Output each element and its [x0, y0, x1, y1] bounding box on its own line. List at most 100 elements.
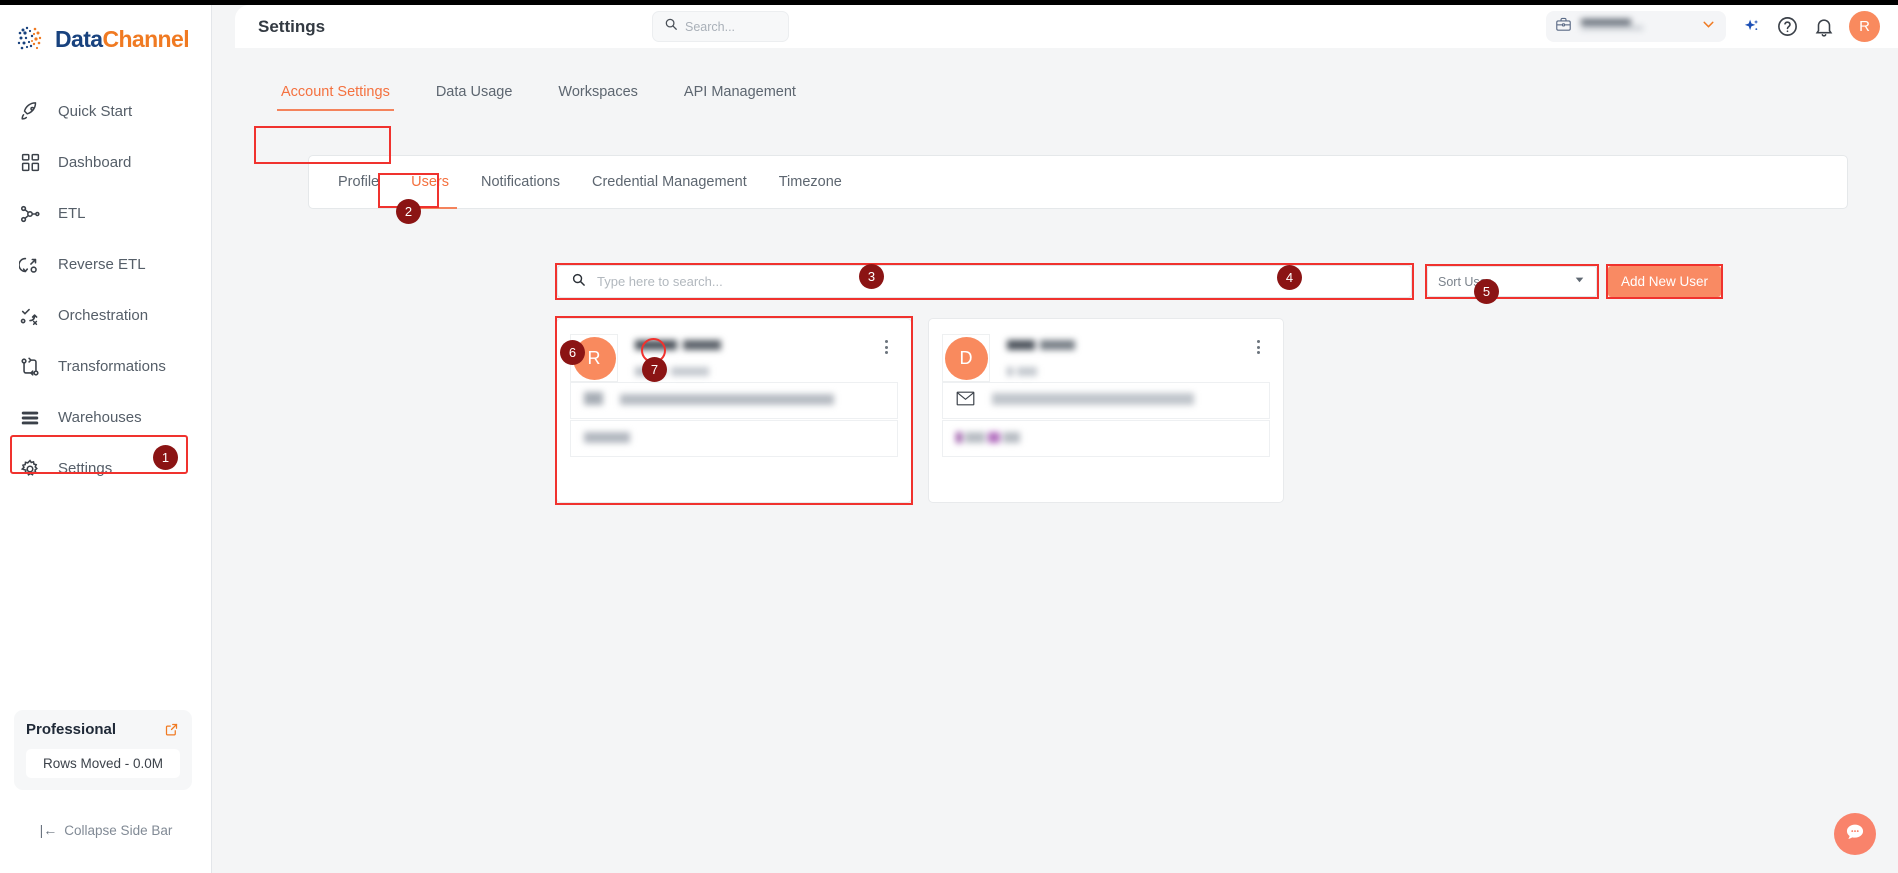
user-card-list: R D [556, 318, 1284, 503]
workspace-selector[interactable] [1546, 11, 1726, 42]
subtab-notifications[interactable]: Notifications [465, 156, 576, 208]
user-search-input[interactable]: Type here to search... [557, 265, 1412, 298]
tab-label: Data Usage [435, 84, 513, 100]
chat-widget-button[interactable] [1834, 813, 1876, 855]
gear-icon [18, 457, 42, 481]
envelope-icon [956, 391, 975, 411]
user-card-2-kebab[interactable] [1249, 338, 1267, 356]
user-identity [1007, 337, 1075, 381]
user-email-redacted [992, 392, 1194, 410]
user-identity [635, 337, 721, 381]
tab-workspaces[interactable]: Workspaces [535, 84, 661, 111]
subtab-timezone[interactable]: Timezone [763, 156, 858, 208]
sidebar-item-label: Warehouses [58, 409, 142, 426]
sidebar-item-reverse-etl[interactable]: Reverse ETL [0, 239, 211, 290]
avatar-frame: R [570, 334, 618, 382]
sidebar-item-label: Settings [58, 460, 113, 477]
subtab-credential-management[interactable]: Credential Management [576, 156, 763, 208]
collapse-sidebar-button[interactable]: |← Collapse Side Bar [0, 822, 212, 838]
user-avatar-initial: R [587, 347, 601, 368]
collapse-left-icon: |← [39, 822, 58, 838]
brand-logo[interactable]: DataChannel [0, 0, 211, 56]
user-detail-row [942, 420, 1270, 457]
sidebar-item-label: Reverse ETL [58, 256, 146, 273]
brand-name: DataChannel [55, 25, 190, 53]
sidebar-item-label: Quick Start [58, 103, 133, 120]
settings-panel: Profile Users Notifications Credential M… [308, 155, 1848, 209]
user-role-redacted [1007, 363, 1075, 381]
rocket-icon [18, 100, 42, 124]
external-link-icon[interactable] [164, 722, 180, 738]
caret-down-icon [1573, 273, 1586, 291]
global-search-input[interactable]: Search... [652, 11, 789, 42]
main-region: Settings Search... R Account Settings Da… [212, 5, 1898, 873]
sidebar-nav: Quick Start Dashboard ETL Reverse ETL Or… [0, 86, 211, 494]
sidebar-item-settings[interactable]: Settings [0, 443, 211, 494]
subtab-label: Profile [338, 174, 380, 190]
ai-sparkle-icon[interactable] [1740, 16, 1762, 38]
user-card-header: D [929, 319, 1283, 382]
top-black-strip [0, 0, 1898, 5]
user-card-1[interactable]: R [556, 318, 912, 503]
user-name-redacted [635, 337, 721, 355]
etl-nodes-icon [18, 202, 42, 226]
user-avatar: R [572, 336, 616, 380]
sidebar-item-orchestration[interactable]: Orchestration [0, 290, 211, 341]
subtab-label: Notifications [480, 174, 560, 190]
sidebar-item-label: Transformations [58, 358, 166, 375]
user-detail-row [570, 382, 898, 419]
user-avatar[interactable]: R [1849, 11, 1880, 42]
user-avatar-initial: R [1859, 18, 1870, 35]
user-name-redacted [1007, 337, 1075, 355]
redacted-icon [584, 391, 603, 410]
warehouse-stack-icon [18, 406, 42, 430]
plan-card: Professional Rows Moved - 0.0M [14, 710, 192, 790]
main-tab-bar: Account Settings Data Usage Workspaces A… [235, 48, 1898, 164]
user-card-1-kebab[interactable] [877, 338, 895, 356]
brand-name-part1: Data [55, 25, 103, 52]
sort-user-label: Sort User [1438, 274, 1491, 289]
tab-label: Account Settings [281, 84, 390, 100]
sidebar-item-dashboard[interactable]: Dashboard [0, 137, 211, 188]
header-actions: R [1546, 5, 1880, 48]
user-card-2[interactable]: D [928, 318, 1284, 503]
subtab-users[interactable]: Users [395, 156, 465, 209]
user-detail-redacted [620, 392, 834, 410]
user-card-header: R [557, 319, 911, 382]
main-tabs: Account Settings Data Usage Workspaces A… [258, 84, 819, 111]
add-new-user-button[interactable]: Add New User [1608, 266, 1721, 297]
user-search-placeholder: Type here to search... [597, 274, 723, 289]
user-detail-row [570, 420, 898, 457]
help-circle-icon[interactable] [1776, 15, 1799, 38]
briefcase-icon [1555, 16, 1572, 38]
plan-name: Professional [26, 721, 117, 738]
chevron-down-icon [1700, 16, 1717, 38]
sidebar-item-quick-start[interactable]: Quick Start [0, 86, 211, 137]
sub-tabs: Profile Users Notifications Credential M… [309, 156, 1847, 209]
user-role-redacted [635, 363, 721, 381]
sidebar-item-warehouses[interactable]: Warehouses [0, 392, 211, 443]
subtab-label: Users [411, 174, 449, 190]
sidebar-item-label: Orchestration [58, 307, 149, 324]
tab-api-management[interactable]: API Management [661, 84, 819, 111]
workspace-name-redacted [1581, 18, 1649, 36]
grid-icon [18, 151, 42, 175]
subtab-profile[interactable]: Profile [322, 156, 395, 208]
bell-icon[interactable] [1813, 16, 1835, 38]
tab-data-usage[interactable]: Data Usage [413, 84, 536, 111]
sidebar-item-etl[interactable]: ETL [0, 188, 211, 239]
tab-account-settings[interactable]: Account Settings [258, 84, 413, 111]
sort-user-select[interactable]: Sort User [1427, 266, 1597, 297]
tab-label: Workspaces [558, 84, 638, 100]
global-search-placeholder: Search... [685, 19, 736, 34]
page-title: Settings [258, 16, 326, 36]
user-status-redacted [956, 430, 1020, 448]
user-status-redacted [584, 430, 630, 448]
search-icon [571, 272, 586, 292]
sidebar: DataChannel Quick Start Dashboard ETL Re… [0, 0, 212, 873]
sidebar-item-transformations[interactable]: Transformations [0, 341, 211, 392]
chat-bubble-icon [1844, 821, 1866, 848]
avatar-frame: D [942, 334, 990, 382]
main-inner: Settings Search... R Account Settings Da… [235, 5, 1898, 873]
datachannel-logo-icon [14, 22, 48, 56]
